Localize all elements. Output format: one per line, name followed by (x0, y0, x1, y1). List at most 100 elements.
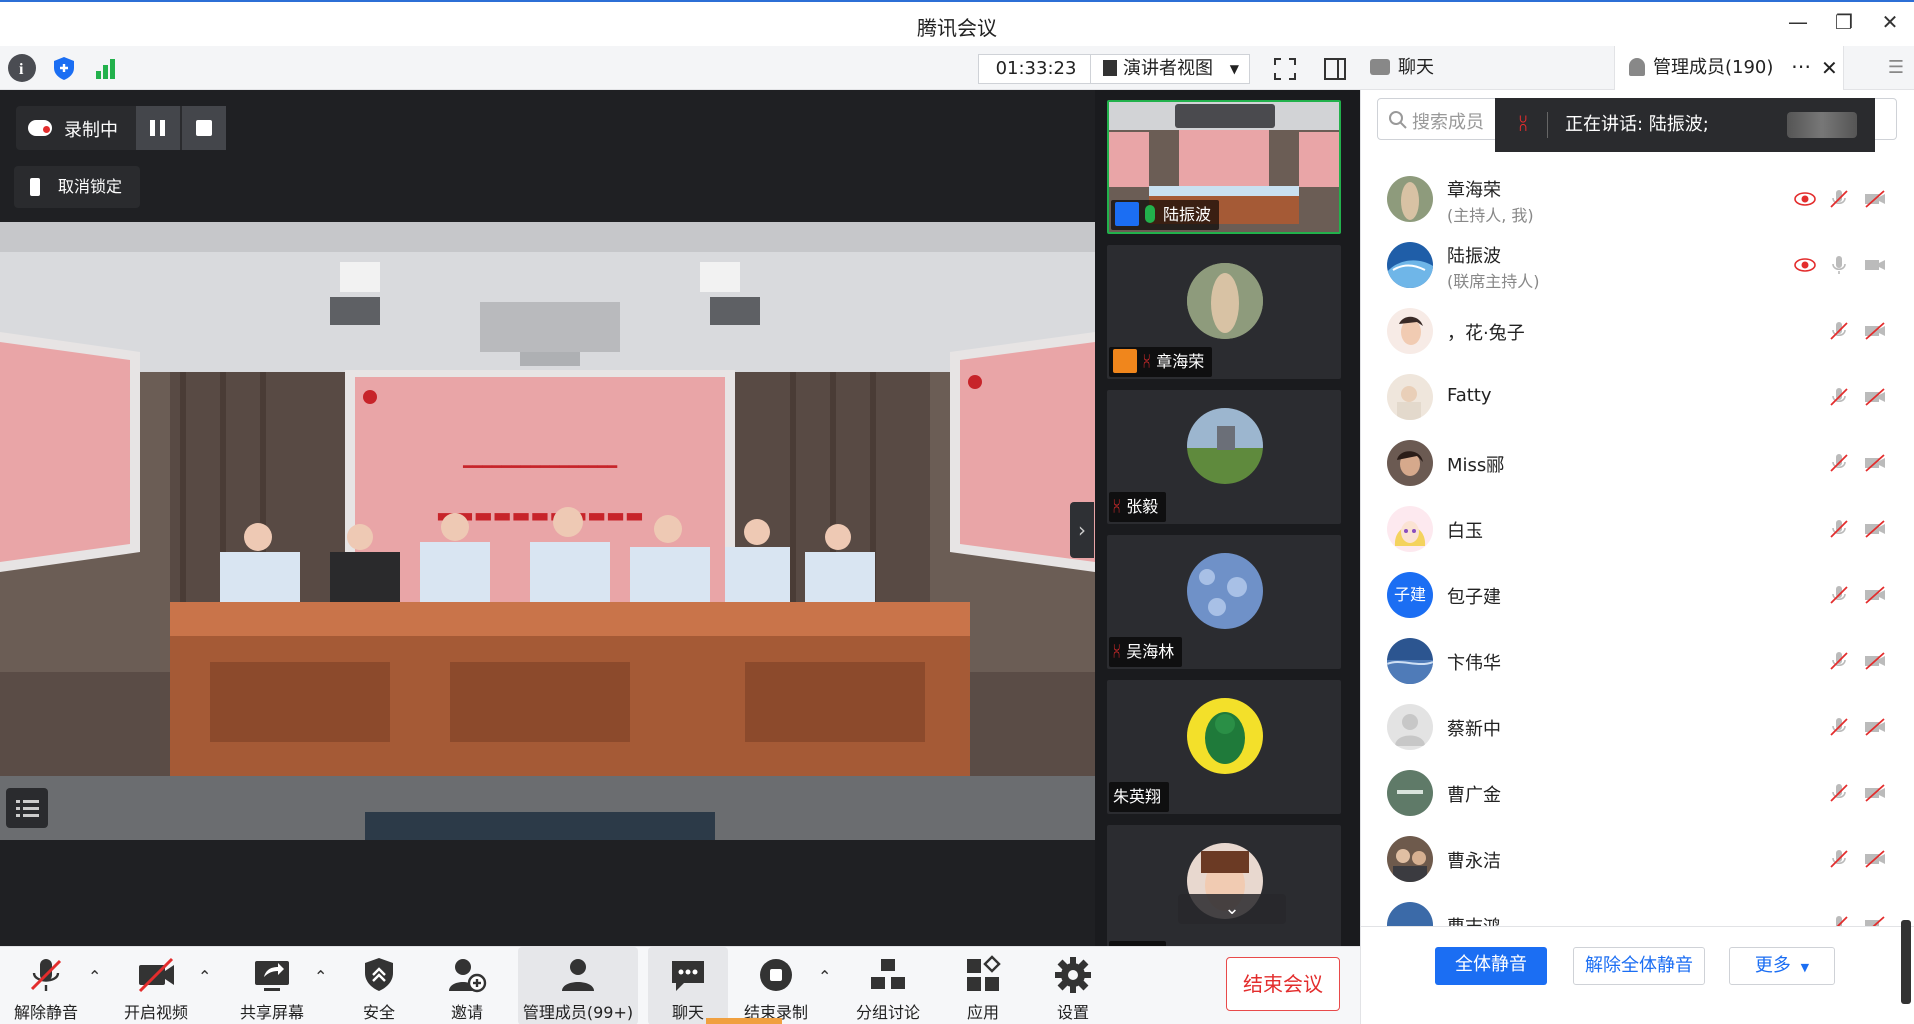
stop-record-icon (760, 959, 792, 991)
camera-off-icon[interactable] (1863, 583, 1887, 607)
member-row[interactable]: 白玉 (1361, 496, 1914, 562)
tab-members[interactable]: 管理成员(190) ⋯ ✕ (1614, 46, 1844, 90)
end-meeting-button[interactable]: 结束会议 (1226, 957, 1340, 1011)
camera-off-icon[interactable] (1863, 715, 1887, 739)
thumbnail-participant[interactable]: 朱英翔 (1107, 680, 1341, 814)
thumbnail-name-tag: ⩆ 张毅 (1109, 492, 1167, 522)
stop-recording-button[interactable] (182, 106, 226, 150)
mic-muted-icon[interactable] (1827, 715, 1851, 739)
thumbnail-participant[interactable]: ⩆ 章海荣 (1107, 245, 1341, 379)
pause-recording-button[interactable] (136, 106, 180, 150)
tab-chat[interactable]: 聊天 (1360, 46, 1614, 90)
avatar (1387, 242, 1433, 288)
mic-muted-icon[interactable] (1827, 913, 1851, 926)
invite-button[interactable]: 邀请 (434, 947, 500, 1024)
camera-icon[interactable] (1863, 253, 1887, 277)
more-button[interactable]: 更多 ▼ (1729, 947, 1835, 985)
member-row[interactable]: 子建 包子建 (1361, 562, 1914, 628)
start-video-button[interactable]: 开启视频 (116, 947, 196, 1024)
thumbnail-name: 张毅 (1126, 497, 1159, 516)
member-row[interactable]: 卞伟华 (1361, 628, 1914, 694)
caret-up-icon[interactable]: ⌃ (818, 967, 836, 986)
caret-up-icon[interactable]: ⌃ (88, 967, 106, 986)
fullscreen-icon[interactable] (1272, 56, 1298, 82)
unlock-button[interactable]: 取消锁定 (14, 166, 140, 208)
caret-up-icon[interactable]: ⌃ (314, 967, 332, 986)
camera-off-icon[interactable] (1863, 319, 1887, 343)
camera-off-icon[interactable] (1863, 847, 1887, 871)
avatar-initials: 子建 (1387, 572, 1433, 618)
participant-thumbnails: 陆振波 ⩆ 章海荣 ⩆ 张毅 ⩆ 吴海林 朱英翔 (1095, 90, 1360, 946)
member-row[interactable]: Miss郦 (1361, 430, 1914, 496)
camera-off-icon[interactable] (1863, 451, 1887, 475)
mic-muted-icon[interactable] (1827, 319, 1851, 343)
settings-button[interactable]: 设置 (1040, 947, 1106, 1024)
scroll-down-button[interactable]: ⌄ (1178, 894, 1286, 924)
camera-off-icon[interactable] (1863, 187, 1887, 211)
info-icon[interactable]: i (8, 54, 36, 82)
camera-off-icon[interactable] (1863, 385, 1887, 409)
members-scrollbar[interactable] (1901, 920, 1911, 1004)
camera-off-icon[interactable] (1863, 649, 1887, 673)
restore-icon[interactable]: ❐ (1828, 10, 1860, 34)
mic-muted-icon[interactable] (1827, 451, 1851, 475)
breakout-rooms-button[interactable]: 分组讨论 (848, 947, 928, 1024)
mic-muted-icon[interactable] (1827, 187, 1851, 211)
signal-icon[interactable] (92, 54, 120, 82)
avatar (1387, 506, 1433, 552)
thumbnail-controls[interactable] (1175, 104, 1275, 128)
close-icon[interactable]: ✕ (1874, 10, 1906, 34)
sidebar-toggle-icon[interactable] (1322, 56, 1348, 82)
list-toggle-icon[interactable] (6, 788, 48, 828)
end-recording-button[interactable]: 结束录制 (736, 947, 816, 1024)
mic-muted-icon[interactable] (1827, 583, 1851, 607)
security-button[interactable]: 安全 (346, 947, 412, 1024)
close-panel-icon[interactable]: ✕ (1821, 46, 1838, 90)
avatar (1387, 836, 1433, 882)
host-badge-icon (1115, 202, 1139, 226)
thumbnail-participant[interactable]: ⩆乐乐 (1107, 825, 1341, 946)
camera-off-icon[interactable] (1863, 781, 1887, 805)
thumbnail-participant[interactable]: ⩆ 吴海林 (1107, 535, 1341, 669)
chat-button[interactable]: 聊天 (648, 947, 728, 1024)
mic-muted-icon[interactable] (1827, 649, 1851, 673)
camera-off-icon[interactable] (1863, 913, 1887, 926)
invite-label: 邀请 (450, 1003, 483, 1022)
member-name: ，花·兔子 (1447, 323, 1525, 344)
more-icon[interactable]: ⋯ (1791, 44, 1811, 88)
unmute-button[interactable]: 解除静音 (6, 947, 86, 1024)
share-screen-button[interactable]: 共享屏幕 (232, 947, 312, 1024)
window-title: 腾讯会议 (917, 16, 997, 40)
members-panel-footer: 全体静音 解除全体静音 更多 ▼ (1361, 926, 1914, 1024)
member-name: 章海荣 (1447, 180, 1501, 201)
recording-label: 录制中 (64, 120, 118, 141)
thumbnail-participant[interactable]: ⩆ 张毅 (1107, 390, 1341, 524)
member-row[interactable]: 曹志鸿 (1361, 892, 1914, 926)
collapse-thumbs-button[interactable]: › (1070, 502, 1094, 558)
shield-icon[interactable] (50, 54, 78, 82)
menu-icon[interactable]: ☰ (1878, 46, 1914, 90)
mic-muted-icon[interactable] (1827, 847, 1851, 871)
minimize-icon[interactable]: — (1782, 10, 1814, 34)
member-row[interactable]: 陆振波 (联席主持人) (1361, 232, 1914, 298)
member-row[interactable]: ，花·兔子 (1361, 298, 1914, 364)
member-row[interactable]: 蔡新中 (1361, 694, 1914, 760)
mic-muted-icon[interactable] (1827, 385, 1851, 409)
apps-button[interactable]: 应用 (950, 947, 1016, 1024)
caret-up-icon[interactable]: ⌃ (198, 967, 216, 986)
avatar (1187, 698, 1263, 774)
member-row[interactable]: 曹永洁 (1361, 826, 1914, 892)
mic-muted-icon[interactable] (1827, 781, 1851, 805)
member-row[interactable]: Fatty (1361, 364, 1914, 430)
mic-icon[interactable] (1827, 253, 1851, 277)
member-row[interactable]: 曹广金 (1361, 760, 1914, 826)
mute-all-button[interactable]: 全体静音 (1435, 947, 1547, 985)
mic-muted-icon[interactable] (1827, 517, 1851, 541)
member-row[interactable]: 章海荣 (主持人, 我) (1361, 166, 1914, 232)
thumbnail-active-speaker[interactable]: 陆振波 (1107, 100, 1341, 234)
unmute-all-button[interactable]: 解除全体静音 (1573, 947, 1705, 985)
view-switch-button[interactable]: 演讲者视图 ▼ (1090, 54, 1250, 84)
camera-off-icon[interactable] (1863, 517, 1887, 541)
manage-members-button[interactable]: 管理成员(99+) (518, 947, 638, 1024)
svg-text:i: i (19, 61, 24, 78)
